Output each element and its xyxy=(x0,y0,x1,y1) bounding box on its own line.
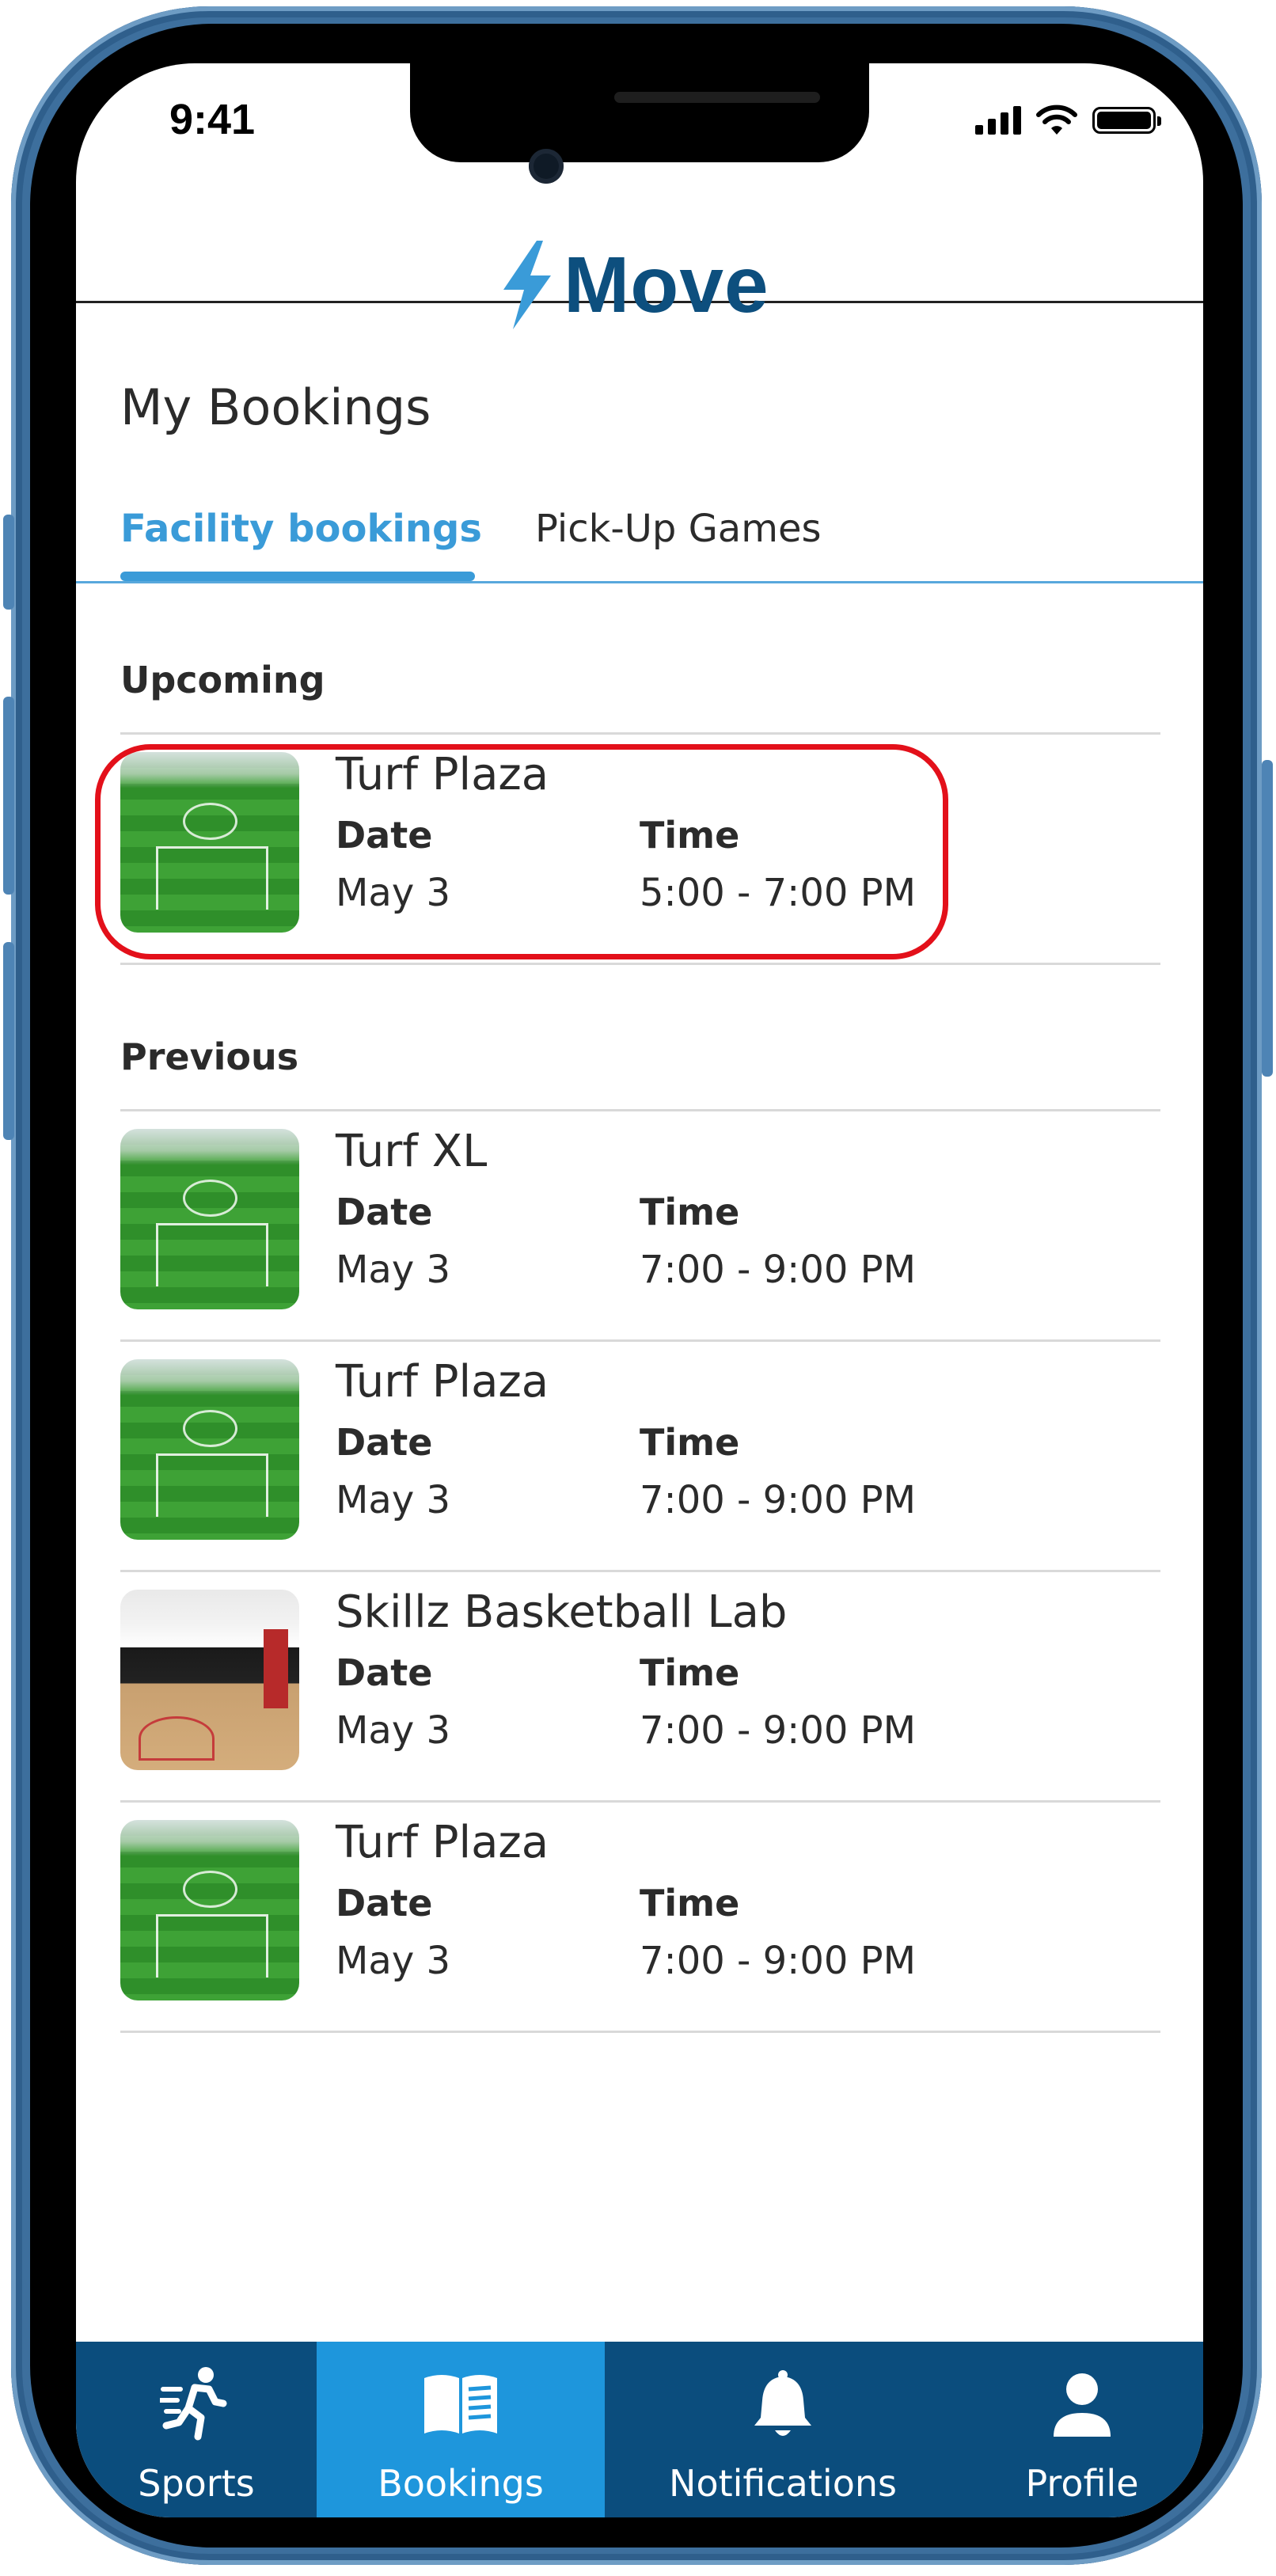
earpiece-speaker xyxy=(614,92,820,103)
venue-name: Turf Plaza xyxy=(336,1356,549,1408)
phone-volume-down-button xyxy=(3,942,14,1140)
open-book-icon xyxy=(424,2375,497,2434)
app-header: Move xyxy=(76,182,1203,329)
booking-card-previous[interactable]: Skillz Basketball Lab Date Time May 3 7:… xyxy=(120,1572,1160,1798)
date-label: Date xyxy=(336,1191,433,1233)
booking-date: May 3 xyxy=(336,1939,451,1983)
person-icon xyxy=(1054,2373,1111,2437)
booking-card-previous[interactable]: Turf XL Date Time May 3 7:00 - 9:00 PM xyxy=(120,1111,1160,1337)
section-upcoming-label: Upcoming xyxy=(120,659,325,701)
booking-card-previous[interactable]: Turf Plaza Date Time May 3 7:00 - 9:00 P… xyxy=(120,1803,1160,2028)
venue-name: Turf Plaza xyxy=(336,1817,549,1868)
nav-profile[interactable]: Profile xyxy=(961,2342,1203,2517)
tab-pick-up-games[interactable]: Pick-Up Games xyxy=(535,507,822,551)
basketball-court-thumbnail xyxy=(120,1590,299,1770)
page-title: My Bookings xyxy=(120,378,431,436)
divider xyxy=(120,963,1160,965)
nav-label: Bookings xyxy=(378,2462,544,2505)
time-label: Time xyxy=(640,1651,740,1694)
booking-time: 7:00 - 9:00 PM xyxy=(640,1478,917,1522)
turf-field-thumbnail xyxy=(120,1129,299,1309)
lightning-bolt-icon xyxy=(503,241,551,329)
nav-label: Profile xyxy=(1025,2462,1139,2505)
date-label: Date xyxy=(336,1421,433,1464)
cellular-signal-icon xyxy=(975,106,1021,135)
section-previous-label: Previous xyxy=(120,1035,299,1078)
wifi-icon xyxy=(1036,104,1077,135)
venue-name: Turf XL xyxy=(336,1126,488,1177)
date-label: Date xyxy=(336,1882,433,1924)
nav-bookings[interactable]: Bookings xyxy=(317,2342,605,2517)
notch xyxy=(410,63,869,162)
time-label: Time xyxy=(640,1421,740,1464)
booking-time: 7:00 - 9:00 PM xyxy=(640,1248,917,1292)
phone-power-button xyxy=(1262,760,1273,1077)
active-tab-indicator xyxy=(120,572,475,581)
turf-field-thumbnail xyxy=(120,1820,299,2000)
app-logo: Move xyxy=(496,237,769,332)
nav-sports[interactable]: Sports xyxy=(76,2342,317,2517)
booking-date: May 3 xyxy=(336,1478,451,1522)
booking-date: May 3 xyxy=(336,1248,451,1292)
status-icons xyxy=(975,104,1161,136)
time-label: Time xyxy=(640,1191,740,1233)
tab-facility-bookings[interactable]: Facility bookings xyxy=(120,507,482,551)
highlight-ring xyxy=(95,744,948,959)
phone-volume-up-button xyxy=(3,697,14,895)
booking-tabs: Facility bookings Pick-Up Games xyxy=(76,507,1203,583)
date-label: Date xyxy=(336,1651,433,1694)
status-time: 9:41 xyxy=(169,96,256,143)
app-screen: 9:41 Move My Bookings Facility bookings … xyxy=(76,63,1203,2517)
bottom-navigation: Sports Bookings Notifications Profile xyxy=(76,2342,1203,2517)
running-person-icon xyxy=(160,2367,227,2441)
time-label: Time xyxy=(640,1882,740,1924)
phone-action-button xyxy=(3,515,14,610)
battery-icon xyxy=(1092,107,1161,134)
booking-time: 7:00 - 9:00 PM xyxy=(640,1939,917,1983)
nav-label: Sports xyxy=(138,2462,255,2505)
turf-field-thumbnail xyxy=(120,1359,299,1540)
front-camera xyxy=(529,149,564,184)
booking-card-previous[interactable]: Turf Plaza Date Time May 3 7:00 - 9:00 P… xyxy=(120,1342,1160,1567)
booking-time: 7:00 - 9:00 PM xyxy=(640,1708,917,1753)
divider xyxy=(120,2031,1160,2033)
booking-date: May 3 xyxy=(336,1708,451,1753)
bell-icon xyxy=(754,2370,811,2436)
nav-label: Notifications xyxy=(669,2462,897,2505)
venue-name: Skillz Basketball Lab xyxy=(336,1586,788,1638)
nav-notifications[interactable]: Notifications xyxy=(605,2342,961,2517)
app-name: Move xyxy=(564,240,769,329)
